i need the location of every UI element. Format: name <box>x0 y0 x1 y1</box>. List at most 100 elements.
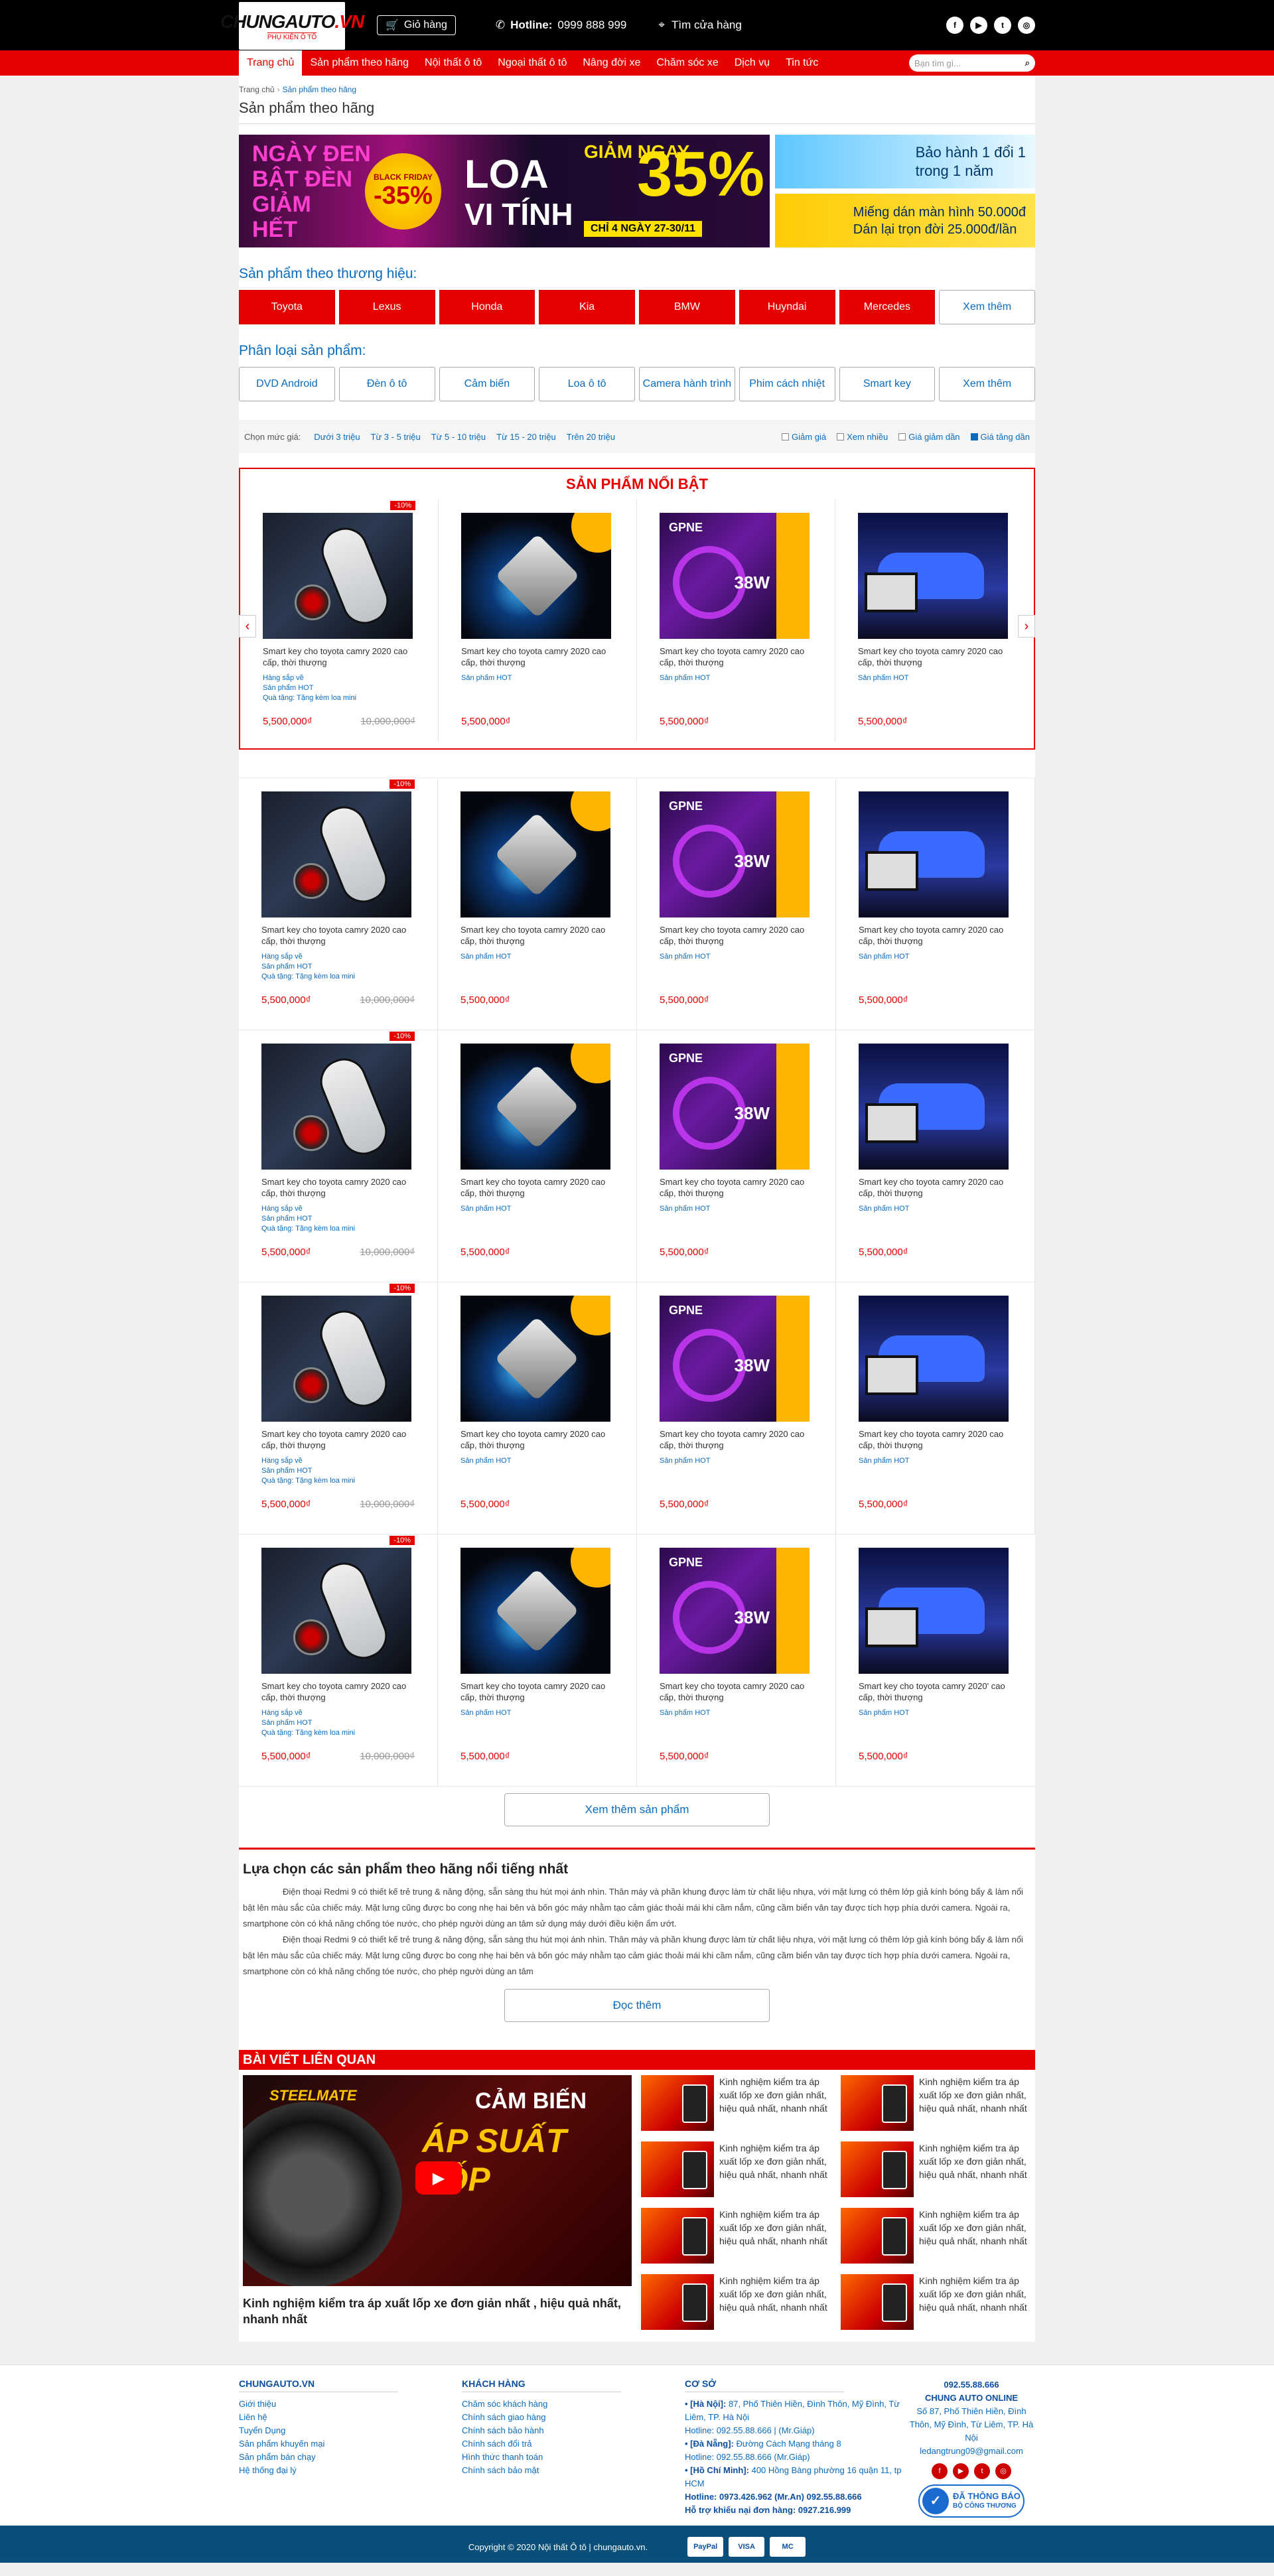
footer-link[interactable]: Giới thiệu <box>239 2398 462 2411</box>
product-card[interactable]: -10% Smart key cho toyota camry 2020 cao … <box>239 1030 438 1282</box>
footer-link[interactable]: Sản phẩm khuyến mại <box>239 2437 462 2451</box>
footer-link[interactable]: Chính sách bảo mật <box>462 2464 685 2477</box>
article-thumbnail[interactable] <box>841 2208 914 2264</box>
article-thumbnail[interactable] <box>641 2208 714 2264</box>
brand-button[interactable]: Honda <box>439 290 535 324</box>
product-image[interactable] <box>261 1044 411 1170</box>
read-more-button[interactable]: Đọc thêm <box>504 1989 770 2022</box>
product-image[interactable] <box>859 791 1009 917</box>
product-card[interactable]: -10% Smart key cho toyota camry 2020 cao … <box>239 778 438 1030</box>
product-name[interactable]: Smart key cho toyota camry 2020 cao cấp,… <box>460 1680 614 1703</box>
article-thumbnail[interactable] <box>841 2075 914 2131</box>
nav-item-brands[interactable]: Sản phẩm theo hãng <box>302 50 417 76</box>
product-name[interactable]: Smart key cho toyota camry 2020 cao cấp,… <box>660 645 812 668</box>
promo-banner-warranty[interactable]: Bảo hành 1 đổi 1 trong 1 năm <box>775 135 1035 188</box>
article-title[interactable]: Kinh nghiệm kiểm tra áp xuất lốp xe đơn … <box>719 2075 831 2131</box>
category-button[interactable]: Phim cách nhiệt <box>739 367 835 401</box>
breadcrumb-home[interactable]: Trang chủ <box>239 85 275 94</box>
price-range-link[interactable]: Từ 5 - 10 triệu <box>431 432 486 442</box>
footer-link[interactable]: Chăm sóc khách hàng <box>462 2398 685 2411</box>
product-image[interactable] <box>461 513 611 639</box>
product-card[interactable]: Smart key cho toyota camry 2020 cao cấp,… <box>439 500 637 742</box>
price-range-link[interactable]: Dưới 3 triệu <box>314 432 360 442</box>
article-thumbnail[interactable] <box>641 2075 714 2131</box>
category-button[interactable]: Loa ô tô <box>539 367 635 401</box>
hotline-number[interactable]: 0999 888 999 <box>557 19 626 32</box>
play-icon[interactable]: ▶ <box>415 2161 462 2195</box>
footer-link[interactable]: Chính sách giao hàng <box>462 2411 685 2424</box>
product-name[interactable]: Smart key cho toyota camry 2020 cao cấp,… <box>263 645 415 668</box>
article-item[interactable]: Kinh nghiệm kiểm tra áp xuất lốp xe đơn … <box>641 2075 831 2131</box>
youtube-icon[interactable]: ▶ <box>953 2463 969 2479</box>
product-card[interactable]: -10% Smart key cho toyota camry 2020 cao … <box>240 500 439 742</box>
product-card[interactable]: Smart key cho toyota camry 2020 cao cấp,… <box>438 1534 637 1787</box>
article-title[interactable]: Kinh nghiệm kiểm tra áp xuất lốp xe đơn … <box>719 2274 831 2330</box>
site-logo[interactable]: CHUNGAUTO.VN PHỤ KIỆN Ô TÔ <box>220 2 364 50</box>
product-image[interactable]: GPNE 38W <box>660 1044 810 1170</box>
product-card[interactable]: GPNE 38W Smart key cho toyota camry 2020 c… <box>637 1282 836 1534</box>
article-title[interactable]: Kinh nghiệm kiểm tra áp xuất lốp xe đơn … <box>919 2274 1031 2330</box>
article-item[interactable]: Kinh nghiệm kiểm tra áp xuất lốp xe đơn … <box>841 2208 1031 2264</box>
youtube-icon[interactable]: ▶ <box>970 17 987 34</box>
category-button[interactable]: DVD Android <box>239 367 335 401</box>
product-image[interactable] <box>261 1548 411 1674</box>
checkbox[interactable] <box>782 433 790 441</box>
brand-button[interactable]: Kia <box>539 290 635 324</box>
article-title[interactable]: Kinh nghiệm kiểm tra áp xuất lốp xe đơn … <box>919 2075 1031 2131</box>
article-thumbnail[interactable] <box>841 2274 914 2330</box>
search-input[interactable]: Bạn tìm gì... ⌕ <box>909 54 1035 72</box>
twitter-icon[interactable]: t <box>994 17 1011 34</box>
footer-link[interactable]: Hình thức thanh toán <box>462 2451 685 2464</box>
product-image[interactable] <box>460 1044 610 1170</box>
product-card[interactable]: Smart key cho toyota camry 2020 cao cấp,… <box>438 1030 637 1282</box>
breadcrumb-current[interactable]: Sản phẩm theo hãng <box>283 85 356 94</box>
product-image[interactable] <box>460 791 610 917</box>
product-card[interactable]: Smart key cho toyota camry 2020 cao cấp,… <box>836 1282 1035 1534</box>
nav-item-home[interactable]: Trang chủ <box>239 50 303 76</box>
ministry-badge[interactable]: ✓ ĐÃ THÔNG BÁO BỘ CÔNG THƯƠNG <box>918 2484 1025 2518</box>
featured-article[interactable]: STEELMATE CẢM BIẾN ÁP SUẤT LỐP ▶ Kinh ng… <box>243 2075 632 2330</box>
product-image[interactable]: GPNE 38W <box>660 513 810 639</box>
instagram-icon[interactable]: ◎ <box>1018 17 1035 34</box>
price-range-link[interactable]: Từ 15 - 20 triệu <box>496 432 556 442</box>
product-image[interactable] <box>859 1296 1009 1422</box>
brand-button[interactable]: Huyndai <box>739 290 835 324</box>
nav-item-services[interactable]: Dịch vụ <box>727 50 778 76</box>
checkbox[interactable] <box>837 433 845 441</box>
product-name[interactable]: Smart key cho toyota camry 2020 cao cấp,… <box>261 1428 415 1451</box>
product-name[interactable]: Smart key cho toyota camry 2020 cao cấp,… <box>660 1680 813 1703</box>
product-name[interactable]: Smart key cho toyota camry 2020 cao cấp,… <box>261 1680 415 1703</box>
search-icon[interactable]: ⌕ <box>1025 58 1030 68</box>
article-thumbnail[interactable] <box>641 2274 714 2330</box>
instagram-icon[interactable]: ◎ <box>995 2463 1011 2479</box>
product-image[interactable] <box>261 791 411 917</box>
nav-item-news[interactable]: Tin tức <box>778 50 826 76</box>
nav-item-care[interactable]: Chăm sóc xe <box>648 50 726 76</box>
product-image[interactable]: GPNE 38W <box>660 791 810 917</box>
product-image[interactable] <box>859 1548 1009 1674</box>
price-range-link[interactable]: Từ 3 - 5 triệu <box>371 432 421 442</box>
product-name[interactable]: Smart key cho toyota camry 2020 cao cấp,… <box>461 645 614 668</box>
contact-phone[interactable]: 092.55.88.666 <box>944 2380 999 2390</box>
product-card[interactable]: -10% Smart key cho toyota camry 2020 cao … <box>239 1282 438 1534</box>
article-item[interactable]: Kinh nghiệm kiểm tra áp xuất lốp xe đơn … <box>841 2274 1031 2330</box>
footer-link[interactable]: Liên hệ <box>239 2411 462 2424</box>
sort-price-desc[interactable]: Giá giảm dần <box>898 432 960 442</box>
article-item[interactable]: Kinh nghiệm kiểm tra áp xuất lốp xe đơn … <box>641 2274 831 2330</box>
footer-link[interactable]: Sản phẩm bán chạy <box>239 2451 462 2464</box>
category-button[interactable]: Camera hành trình <box>639 367 735 401</box>
load-more-button[interactable]: Xem thêm sản phẩm <box>504 1793 770 1826</box>
article-video-thumbnail[interactable]: STEELMATE CẢM BIẾN ÁP SUẤT LỐP ▶ <box>243 2075 632 2286</box>
product-name[interactable]: Smart key cho toyota camry 2020 cao cấp,… <box>460 1428 614 1451</box>
product-name[interactable]: Smart key cho toyota camry 2020 cao cấp,… <box>660 924 813 947</box>
product-card[interactable]: -10% Smart key cho toyota camry 2020 cao … <box>239 1534 438 1787</box>
nav-item-exterior[interactable]: Ngoại thất ô tô <box>490 50 575 76</box>
cart-button[interactable]: 🛒 Giỏ hàng <box>377 15 456 35</box>
product-name[interactable]: Smart key cho toyota camry 2020 cao cấp,… <box>460 1176 614 1199</box>
checkbox[interactable] <box>898 433 906 441</box>
category-button[interactable]: Smart key <box>839 367 936 401</box>
facebook-icon[interactable]: f <box>932 2463 948 2479</box>
product-name[interactable]: Smart key cho toyota camry 2020 cao cấp,… <box>261 1176 415 1199</box>
carousel-prev-button[interactable]: ‹ <box>239 615 256 638</box>
article-title[interactable]: Kinh nghiệm kiểm tra áp xuất lốp xe đơn … <box>719 2141 831 2197</box>
